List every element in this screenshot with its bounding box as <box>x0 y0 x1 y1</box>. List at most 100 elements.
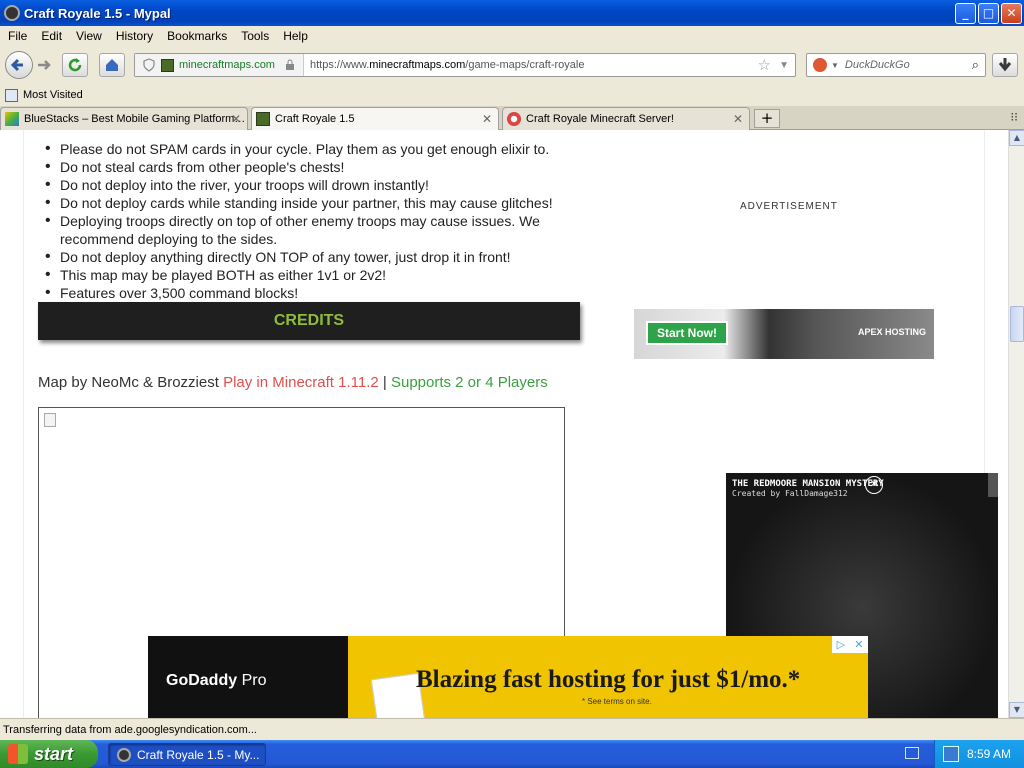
tab-label: Craft Royale Minecraft Server! <box>526 113 674 125</box>
tab-label: Craft Royale 1.5 <box>275 113 355 125</box>
taskbar: start Craft Royale 1.5 - My... 8:59 AM <box>0 740 1024 768</box>
shield-icon <box>143 58 155 72</box>
status-bar: Transferring data from ade.googlesyndica… <box>0 718 1024 740</box>
search-bar[interactable]: ▼ DuckDuckGo ⌕ <box>806 53 986 77</box>
maximize-button[interactable]: □ <box>978 3 999 24</box>
start-now-button[interactable]: Start Now! <box>646 321 728 345</box>
address-bar[interactable]: minecraftmaps.com https://www.minecraftm… <box>134 53 796 77</box>
clock[interactable]: 8:59 AM <box>967 747 1011 761</box>
keyboard-icon[interactable] <box>905 747 919 759</box>
mypal-icon <box>4 5 20 21</box>
list-item: This map may be played BOTH as either 1v… <box>42 266 582 284</box>
list-item: Do not deploy into the river, your troop… <box>42 176 582 194</box>
downloads-button[interactable] <box>992 53 1018 77</box>
navigation-toolbar: minecraftmaps.com https://www.minecraftm… <box>0 46 1024 84</box>
taskbar-item-browser[interactable]: Craft Royale 1.5 - My... <box>108 743 266 766</box>
ad-headline: Blazing fast hosting for just $1/mo.* <box>416 666 801 693</box>
taskbar-item-label: Craft Royale 1.5 - My... <box>137 747 260 762</box>
forward-arrow-icon <box>38 60 51 70</box>
menu-bookmarks[interactable]: Bookmarks <box>167 29 227 43</box>
search-placeholder: DuckDuckGo <box>844 59 910 71</box>
video-control-bar[interactable] <box>988 473 998 497</box>
map-authors: Map by NeoMc & Brozziest <box>38 374 219 391</box>
download-arrow-icon <box>998 58 1012 72</box>
brand-suffix: Pro <box>241 672 267 689</box>
url-path: /game-maps/craft-royale <box>465 59 585 71</box>
menu-tools[interactable]: Tools <box>241 29 269 43</box>
list-item: Do not deploy cards while standing insid… <box>42 194 582 212</box>
most-visited-bookmark[interactable]: Most Visited <box>23 89 83 101</box>
network-icon[interactable] <box>943 746 959 762</box>
menu-help[interactable]: Help <box>283 29 308 43</box>
close-button[interactable]: ✕ <box>1001 3 1022 24</box>
menu-file[interactable]: File <box>8 29 27 43</box>
bookmark-star-icon[interactable]: ☆ <box>758 56 771 74</box>
menu-view[interactable]: View <box>76 29 102 43</box>
scroll-up-button[interactable]: ▲ <box>1009 130 1024 146</box>
tab-close-icon[interactable]: ✕ <box>231 112 241 126</box>
mypal-icon <box>117 747 131 762</box>
list-item: Do not deploy anything directly ON TOP o… <box>42 248 582 266</box>
tab-bluestacks[interactable]: BlueStacks – Best Mobile Gaming Platform… <box>0 107 248 130</box>
tab-close-icon[interactable]: ✕ <box>482 112 492 126</box>
back-arrow-icon <box>10 58 23 72</box>
godaddy-banner-ad[interactable]: GoDaddy Pro Blazing fast hosting for jus… <box>148 636 868 718</box>
credits-heading: CREDITS <box>38 302 580 340</box>
home-icon <box>106 59 118 71</box>
tab-list-icon[interactable]: ⁝⁝ <box>1010 110 1018 124</box>
url-dropdown-icon[interactable]: ▼ <box>779 60 789 71</box>
reload-button[interactable] <box>62 53 88 77</box>
tab-close-icon[interactable]: ✕ <box>733 112 743 126</box>
tab-strip: BlueStacks – Best Mobile Gaming Platform… <box>0 106 1024 130</box>
separator: | <box>382 374 387 391</box>
scroll-down-button[interactable]: ▼ <box>1009 702 1024 718</box>
url-text[interactable]: https://www.minecraftmaps.com/game-maps/… <box>310 59 585 71</box>
search-icon[interactable]: ⌕ <box>972 57 979 73</box>
page-content: Please do not SPAM cards in your cycle. … <box>0 130 1008 718</box>
scroll-thumb[interactable] <box>1010 306 1024 342</box>
tab-craft-royale[interactable]: Craft Royale 1.5 ✕ <box>251 107 499 130</box>
menu-edit[interactable]: Edit <box>41 29 62 43</box>
list-item: Deploying troops directly on top of othe… <box>42 212 582 248</box>
window-title: Craft Royale 1.5 - Mypal <box>24 5 171 21</box>
player-support: Supports 2 or 4 Players <box>390 374 548 391</box>
rules-list: Please do not SPAM cards in your cycle. … <box>42 140 582 302</box>
video-subtitle: Created by FallDamage312 <box>732 489 848 498</box>
vertical-scrollbar[interactable]: ▲ ▼ <box>1008 130 1024 718</box>
back-button[interactable] <box>5 51 33 79</box>
reload-icon <box>68 58 82 72</box>
ad-footnote: * See terms on site. <box>582 697 652 706</box>
new-tab-button[interactable]: + <box>754 109 780 128</box>
menu-history[interactable]: History <box>116 29 153 43</box>
title-bar: Craft Royale 1.5 - Mypal _ □ ✕ <box>0 0 1024 26</box>
bluestacks-favicon <box>5 112 19 126</box>
video-close-button[interactable]: ✕ <box>865 476 883 494</box>
site-identity[interactable]: minecraftmaps.com <box>135 54 304 76</box>
broken-image-icon <box>44 413 56 427</box>
godaddy-logo: GoDaddy Pro <box>166 672 266 690</box>
ad-close-icon[interactable]: ✕ <box>854 638 863 651</box>
list-item: Do not steal cards from other people's c… <box>42 158 582 176</box>
bookmarks-toolbar: Most Visited <box>0 84 1024 106</box>
list-item: Please do not SPAM cards in your cycle. … <box>42 140 582 158</box>
search-engine-dropdown-icon[interactable]: ▼ <box>831 61 839 70</box>
site-domain: minecraftmaps.com <box>179 59 275 71</box>
start-button[interactable]: start <box>0 740 98 768</box>
url-domain: minecraftmaps.com <box>369 59 466 71</box>
tab-craft-royale-server[interactable]: Craft Royale Minecraft Server! ✕ <box>502 107 750 130</box>
lock-icon <box>285 59 294 70</box>
menu-bar: File Edit View History Bookmarks Tools H… <box>0 26 1024 46</box>
apex-hosting-ad[interactable]: Start Now! APEX HOSTING <box>634 309 934 359</box>
advertisement-label: ADVERTISEMENT <box>740 201 838 212</box>
video-title: THE REDMOORE MANSION MYSTERY <box>732 479 884 489</box>
adchoices-icon[interactable]: ▷ <box>837 638 845 651</box>
tab-label: BlueStacks – Best Mobile Gaming Platform… <box>24 113 246 125</box>
home-button[interactable] <box>99 53 125 77</box>
server-favicon <box>507 112 521 126</box>
minimize-button[interactable]: _ <box>955 3 976 24</box>
minecraftmaps-favicon <box>161 58 174 72</box>
apex-brand: APEX HOSTING <box>857 327 926 337</box>
duckduckgo-icon[interactable] <box>813 58 827 72</box>
ad-controls[interactable]: ▷ ✕ <box>832 636 868 653</box>
forward-button[interactable] <box>34 55 54 75</box>
